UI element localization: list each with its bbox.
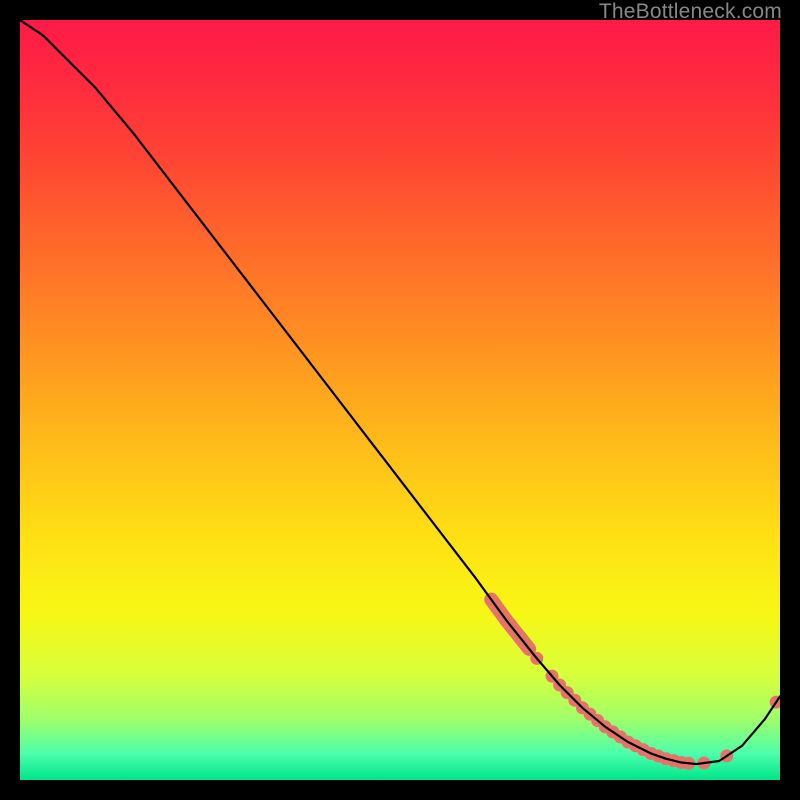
plot-area xyxy=(20,20,780,780)
chart-frame: TheBottleneck.com xyxy=(0,0,800,800)
watermark-text: TheBottleneck.com xyxy=(599,0,782,24)
chart-svg xyxy=(20,20,780,780)
